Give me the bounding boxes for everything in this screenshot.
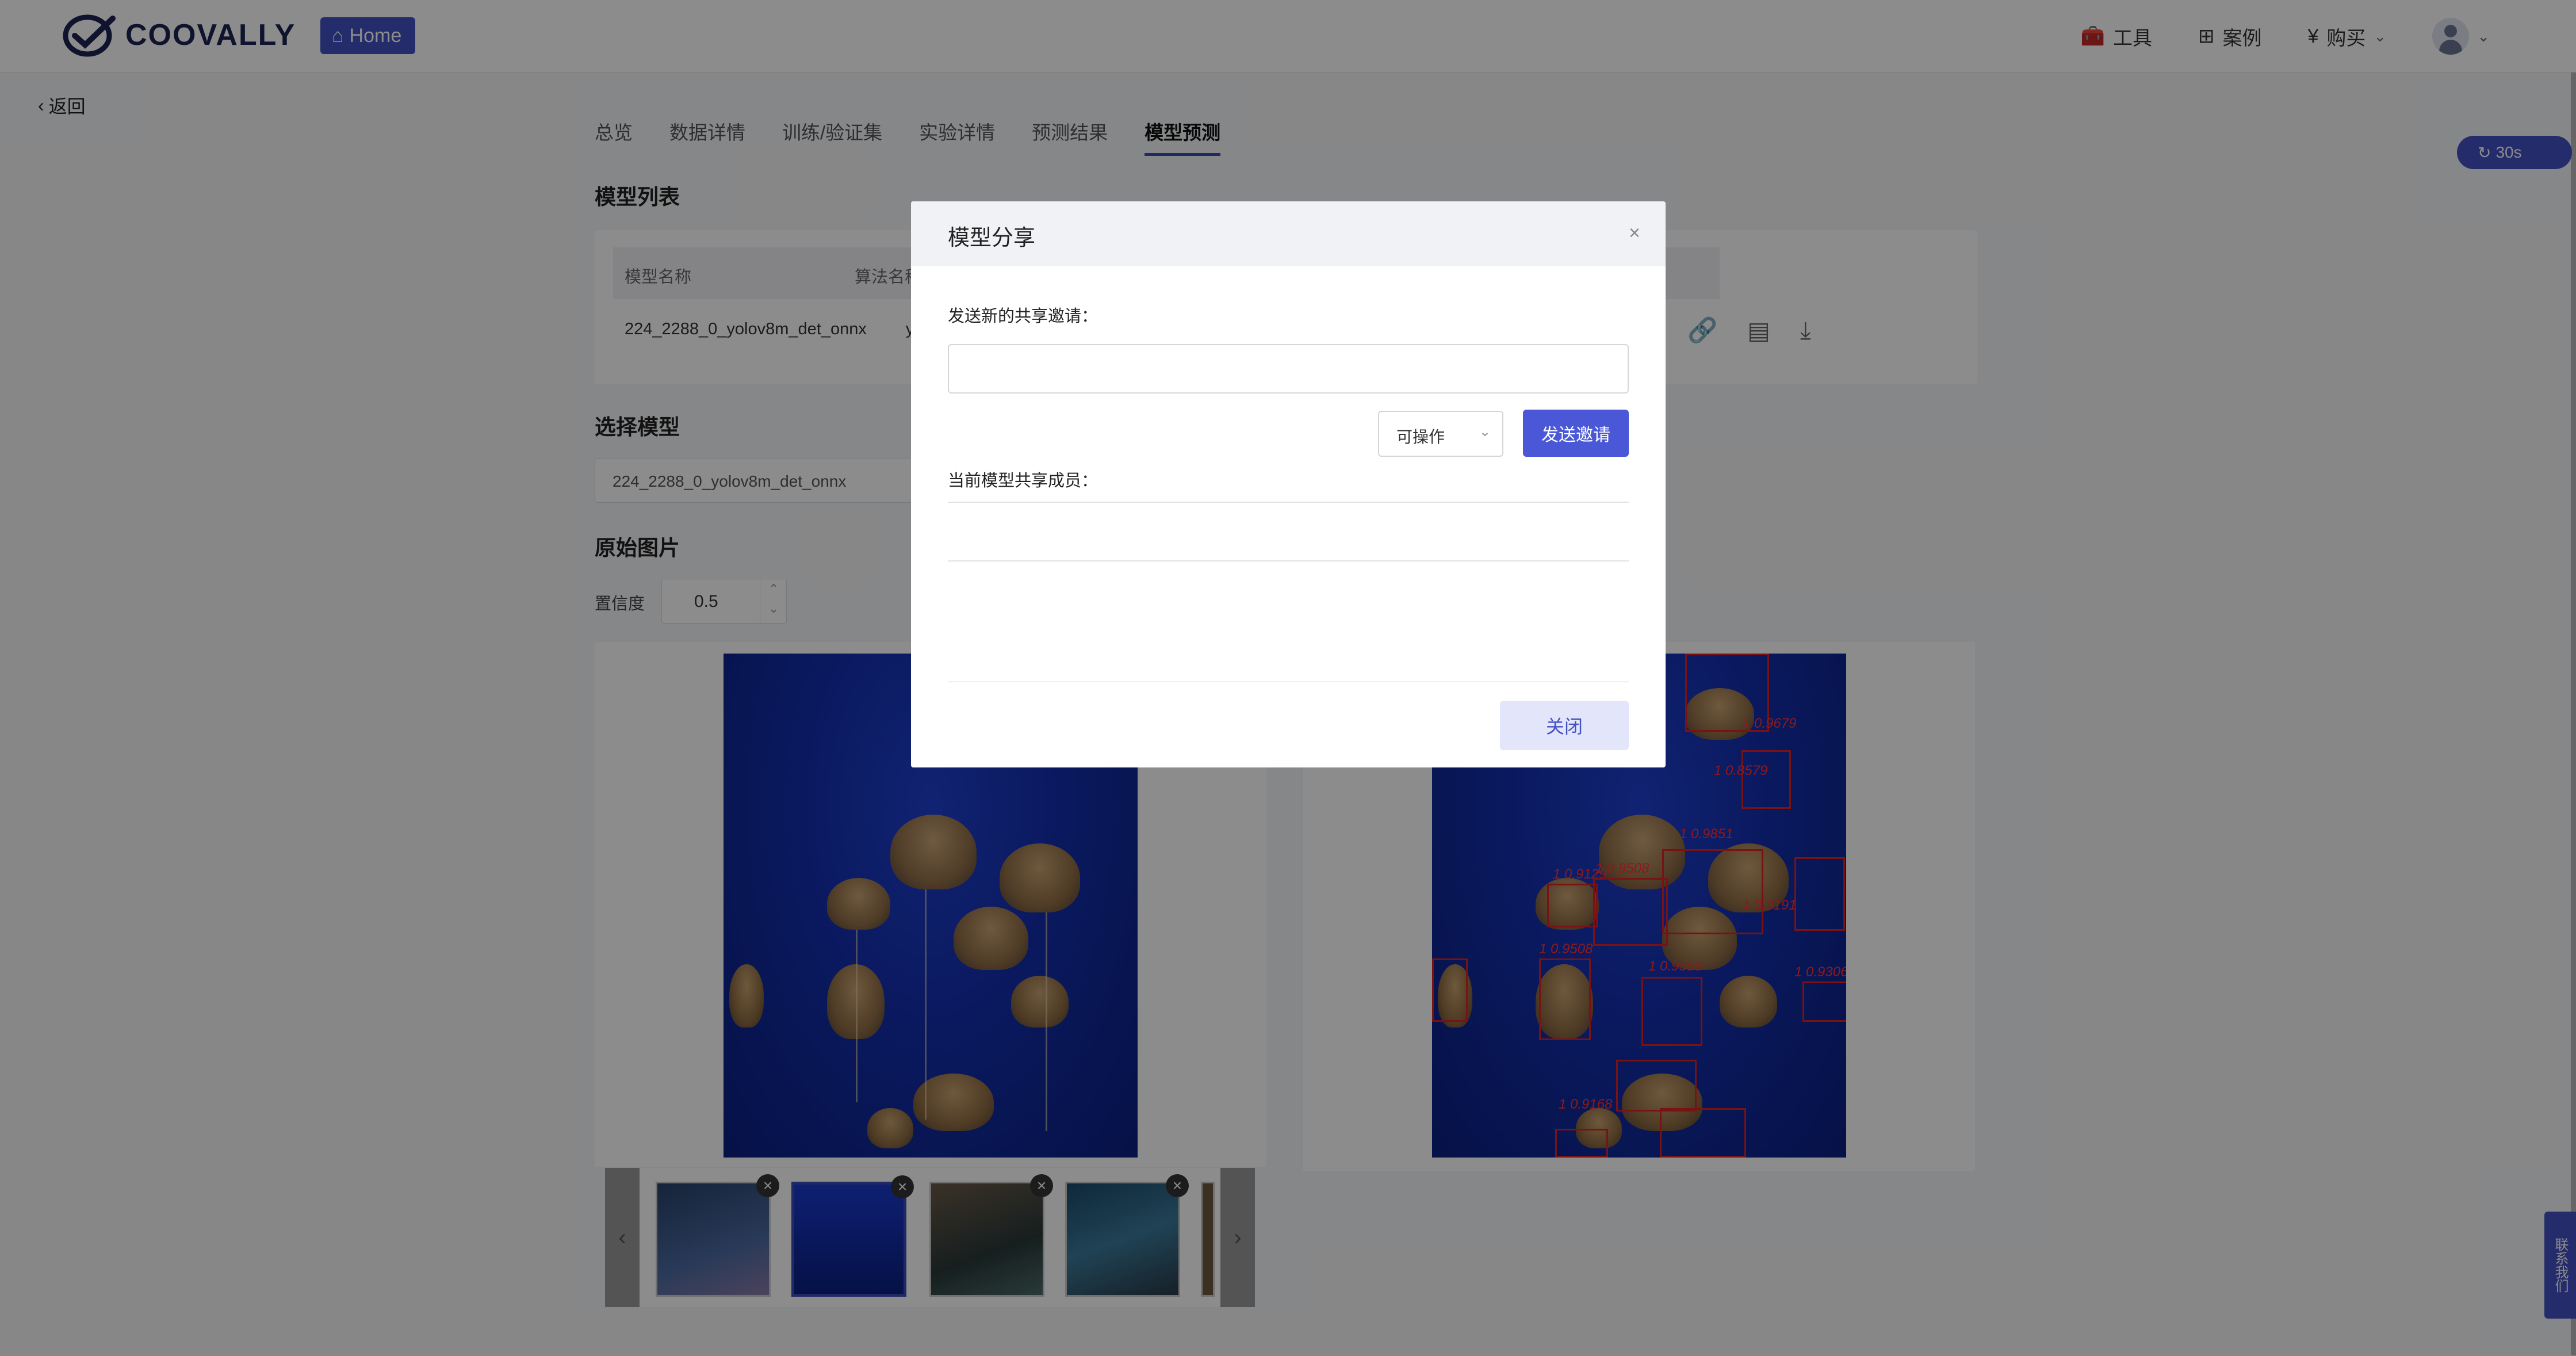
- close-button[interactable]: 关闭: [1500, 701, 1629, 750]
- send-invite-button[interactable]: 发送邀请: [1523, 410, 1629, 457]
- dialog-header: 模型分享 ×: [911, 201, 1666, 266]
- invite-input[interactable]: [948, 344, 1629, 394]
- permission-select[interactable]: 可操作 ⌄: [1378, 411, 1503, 457]
- dialog-title: 模型分享: [948, 226, 1036, 250]
- chevron-down-icon: ⌄: [1479, 424, 1491, 440]
- share-model-dialog: 模型分享 × 发送新的共享邀请： 可操作 ⌄ 发送邀请 当前模型共享成员： 关闭: [911, 201, 1666, 767]
- divider: [948, 560, 1629, 562]
- permission-value: 可操作: [1396, 428, 1445, 446]
- divider: [948, 681, 1629, 682]
- members-label: 当前模型共享成员：: [948, 472, 1098, 490]
- close-icon[interactable]: ×: [1629, 222, 1640, 245]
- divider: [948, 502, 1629, 503]
- page: COOVALLY ⌂ Home 🧰 工具 ⊞ 案例 ¥ 购买 ⌄ ⌄ ‹ 返回 …: [0, 0, 2576, 1356]
- invite-label: 发送新的共享邀请：: [948, 307, 1098, 326]
